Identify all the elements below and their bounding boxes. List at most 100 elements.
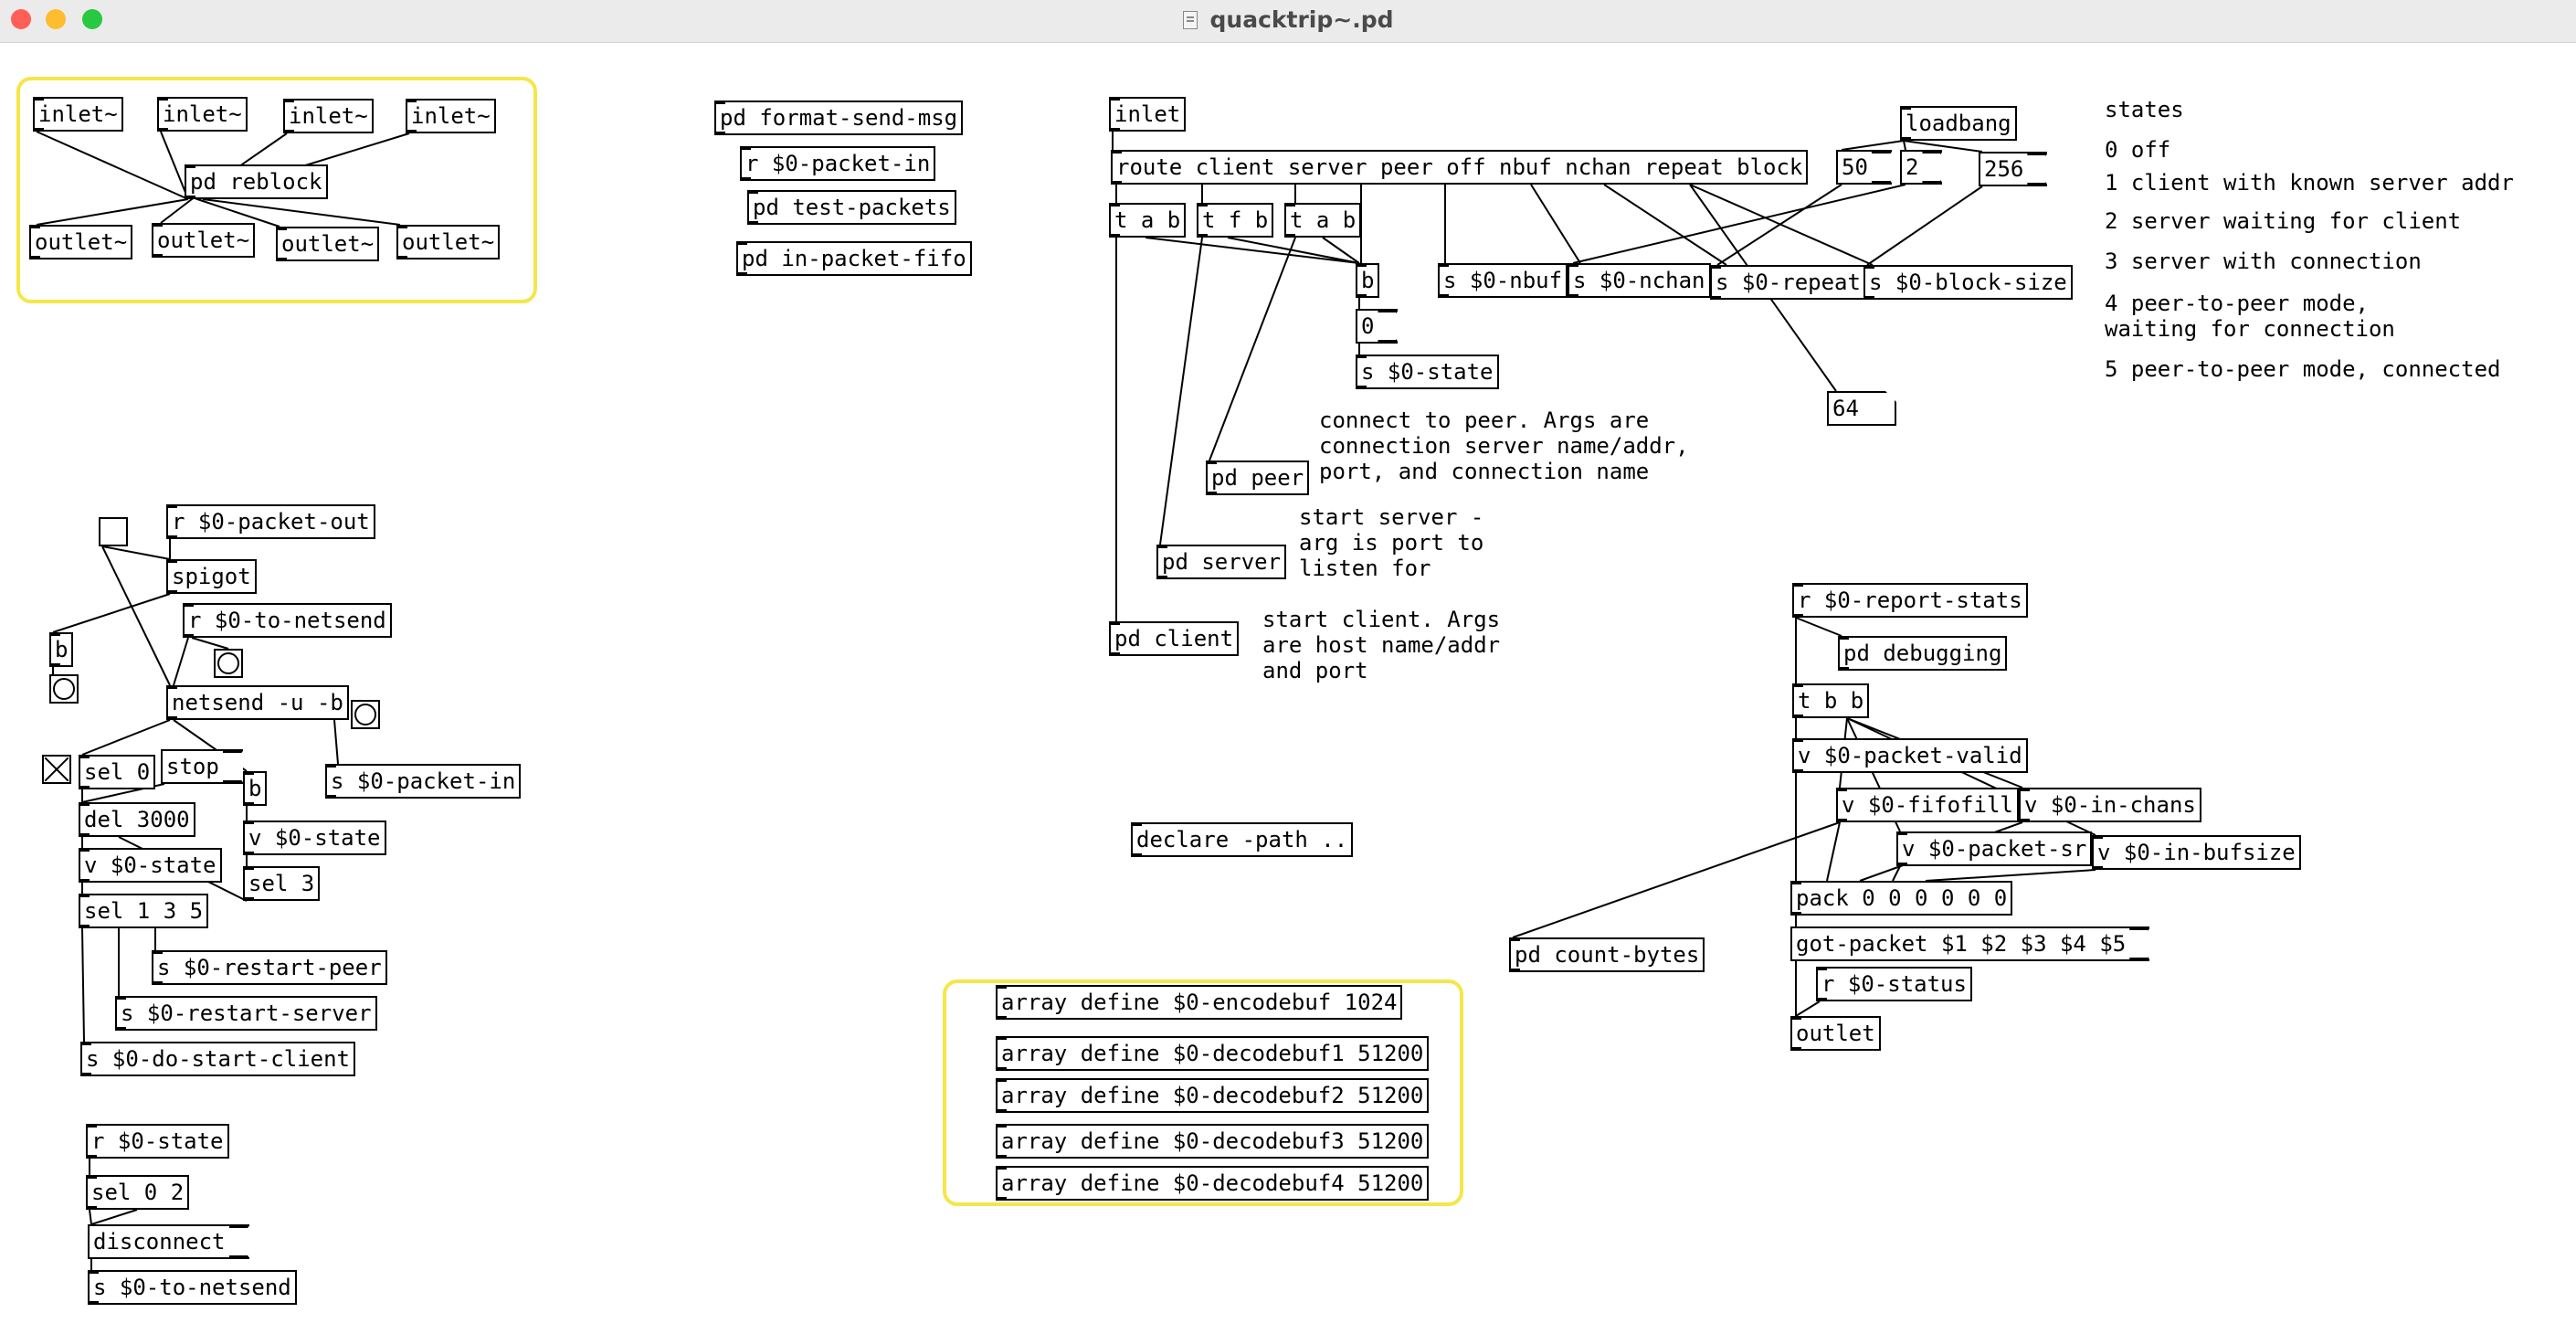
toggle-spigot[interactable] [99,517,128,546]
patch-cord[interactable] [52,593,171,633]
s-nchan[interactable]: s $0-nchan [1568,263,1711,298]
patch-cord[interactable] [81,719,171,756]
inlet-tilde-1[interactable]: inlet~ [33,97,123,132]
message-2[interactable]: 2 [1900,150,1943,185]
outlet-tilde-4[interactable]: outlet~ [396,225,501,259]
r-state[interactable]: r $0-state [86,1124,229,1159]
bang-b-left2[interactable]: b [243,771,268,806]
r-status[interactable]: r $0-status [1816,967,1972,1001]
patch-cord[interactable] [1795,1000,1821,1017]
pd-client[interactable]: pd client [1109,621,1240,656]
patch-cord[interactable] [1689,184,1874,266]
array-decodebuf4[interactable]: array define $0-decodebuf4 51200 [996,1166,1430,1201]
pd-test-packets[interactable]: pd test-packets [747,190,956,225]
trigger-f-b[interactable]: t f b [1197,203,1274,238]
patch-cord[interactable] [1841,140,1905,151]
spigot[interactable]: spigot [166,559,257,594]
declare-path[interactable]: declare -path .. [1131,822,1354,857]
pd-in-packet-fifo[interactable]: pd in-packet-fifo [736,241,972,276]
patch-cord[interactable] [1159,237,1203,545]
outlet-main[interactable]: outlet [1790,1016,1881,1051]
pd-count-bytes[interactable]: pd count-bytes [1509,937,1705,972]
patch-cord[interactable] [1512,821,1841,938]
bang-b-left[interactable]: b [49,632,74,667]
bang-button-1[interactable] [214,649,243,678]
v-state-right[interactable]: v $0-state [243,821,386,855]
toggle-left[interactable] [42,755,71,784]
route-object[interactable]: route client server peer off nbuf nchan … [1111,150,1809,185]
patch-canvas[interactable]: inlet~ inlet~ inlet~ inlet~ pd reblock o… [0,42,2576,1334]
message-0[interactable]: 0 [1356,309,1399,344]
pd-reblock[interactable]: pd reblock [185,164,328,199]
s-block-size[interactable]: s $0-block-size [1863,265,2073,300]
inlet-tilde-4[interactable]: inlet~ [406,99,496,133]
array-decodebuf2[interactable]: array define $0-decodebuf2 51200 [996,1078,1430,1113]
v-fifofill[interactable]: v $0-fifofill [1836,788,2019,822]
patch-cord[interactable] [1826,821,1841,882]
patch-cord[interactable] [1227,237,1360,264]
sel-3[interactable]: sel 3 [243,866,321,901]
r-to-netsend[interactable]: r $0-to-netsend [183,603,392,638]
r-report-stats[interactable]: r $0-report-stats [1792,583,2028,618]
pd-debugging[interactable]: pd debugging [1838,636,2008,671]
patch-cord[interactable] [191,637,229,650]
array-encodebuf[interactable]: array define $0-encodebuf 1024 [996,985,1403,1020]
message-256[interactable]: 256 [1979,152,2048,186]
bang-button-3[interactable] [351,700,380,729]
inlet-control[interactable]: inlet [1109,97,1187,132]
patch-cord[interactable] [1925,869,2096,882]
outlet-tilde-2[interactable]: outlet~ [152,223,256,258]
patch-cord[interactable] [90,1209,138,1225]
message-50[interactable]: 50 [1836,150,1892,185]
patch-cord[interactable] [1209,237,1296,461]
outlet-tilde-3[interactable]: outlet~ [276,227,380,261]
inlet-tilde-2[interactable]: inlet~ [157,97,248,132]
v-packet-sr[interactable]: v $0-packet-sr [1896,831,2093,866]
v-in-chans[interactable]: v $0-in-chans [2019,788,2201,822]
array-decodebuf1[interactable]: array define $0-decodebuf1 51200 [996,1036,1430,1071]
loadbang[interactable]: loadbang [1900,106,2017,141]
patch-cord[interactable] [89,1209,92,1225]
bang-b-mid[interactable]: b [1356,263,1380,298]
outlet-tilde-1[interactable]: outlet~ [29,225,133,259]
inlet-tilde-3[interactable]: inlet~ [283,99,374,133]
patch-cord[interactable] [1530,184,1581,264]
patch-cord[interactable] [1903,140,1906,151]
r-packet-in[interactable]: r $0-packet-in [740,146,936,181]
s-restart-peer[interactable]: s $0-restart-peer [152,950,387,985]
v-in-bufsize[interactable]: v $0-in-bufsize [2092,835,2301,870]
patch-cord[interactable] [1145,237,1360,264]
sel-0-2[interactable]: sel 0 2 [86,1175,190,1210]
s-repeat[interactable]: s $0-repeat [1710,265,1866,300]
patch-cord[interactable] [101,545,171,560]
del-3000[interactable]: del 3000 [79,802,195,837]
s-state-mid[interactable]: s $0-state [1356,355,1499,389]
v-packet-valid[interactable]: v $0-packet-valid [1792,738,2028,773]
patch-cord[interactable] [1322,237,1360,264]
message-disconnect[interactable]: disconnect [88,1224,249,1259]
trigger-b-b[interactable]: t b b [1792,683,1870,718]
patch-cord[interactable] [1892,865,1901,882]
patch-cord[interactable] [81,927,85,1043]
sel-1-3-5[interactable]: sel 1 3 5 [79,894,209,928]
pack-6[interactable]: pack 0 0 0 0 0 0 [1790,881,2013,916]
patch-cord[interactable] [1795,617,1842,637]
bang-button-2[interactable] [49,674,79,704]
message-stop[interactable]: stop [161,749,243,784]
pd-peer[interactable]: pd peer [1206,461,1310,495]
v-state-left[interactable]: v $0-state [79,848,222,883]
netsend[interactable]: netsend -u -b [166,685,349,720]
r-packet-out[interactable]: r $0-packet-out [166,504,375,539]
patch-cord[interactable] [1603,184,1727,266]
s-restart-server[interactable]: s $0-restart-server [115,996,377,1031]
patch-cord[interactable] [333,719,339,765]
s-to-netsend[interactable]: s $0-to-netsend [88,1270,297,1305]
patch-cord[interactable] [1572,184,1906,264]
patch-cord[interactable] [173,637,189,686]
s-do-start-client[interactable]: s $0-do-start-client [80,1042,355,1076]
sel-0[interactable]: sel 0 [79,755,156,789]
array-decodebuf3[interactable]: array define $0-decodebuf3 51200 [996,1124,1430,1159]
trigger-a-b-1[interactable]: t a b [1109,203,1187,238]
patch-cord[interactable] [1716,184,1842,266]
patch-cord[interactable] [101,545,171,686]
